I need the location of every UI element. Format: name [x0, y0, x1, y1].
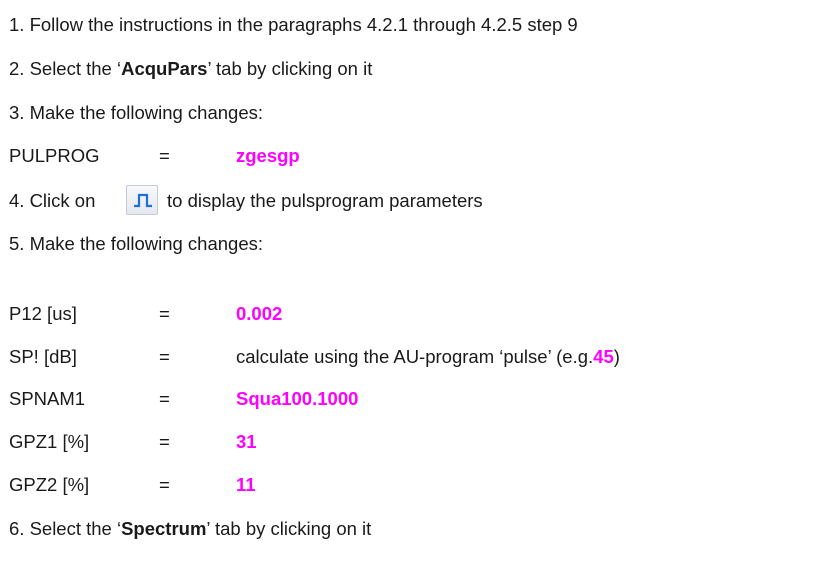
pulprog-name: PULPROG	[9, 145, 100, 166]
pulse-program-button[interactable]	[126, 185, 158, 215]
step-6-suffix: ’ tab by clicking on it	[206, 518, 372, 539]
acqupars-tab-name: AcquPars	[121, 58, 208, 79]
gpz2-value: 11	[236, 474, 256, 495]
sp-value-close: )	[613, 346, 620, 367]
step-2-prefix: 2. Select the ‘	[9, 58, 122, 79]
gpz2-name: GPZ2 [%]	[9, 474, 90, 495]
sp-value: calculate using the AU-program ‘pulse’ (…	[236, 346, 620, 368]
p12-equals: =	[159, 303, 170, 324]
sp-equals: =	[159, 346, 170, 367]
step-6: 6. Select the ‘Spectrum’ tab by clicking…	[9, 518, 371, 540]
step-5: 5. Make the following changes:	[9, 233, 263, 255]
pulprog-equals: =	[159, 145, 170, 166]
step-2: 2. Select the ‘AcquPars’ tab by clicking…	[9, 58, 372, 80]
gpz1-name: GPZ1 [%]	[9, 431, 90, 452]
step-3: 3. Make the following changes:	[9, 102, 263, 124]
spnam1-value: Squa100.1000	[236, 388, 359, 409]
gpz1-equals: =	[159, 431, 170, 452]
step-4: 4. Click on to display the pulsprogram p…	[9, 185, 809, 215]
step-1-text: 1. Follow the instructions in the paragr…	[9, 14, 578, 35]
step-4-prefix: 4. Click on	[9, 190, 96, 211]
spectrum-tab-name: Spectrum	[121, 518, 207, 539]
gpz1-value: 31	[236, 431, 257, 452]
step-4-suffix: to display the pulsprogram parameters	[167, 190, 483, 211]
p12-name: P12 [us]	[9, 303, 77, 324]
spnam1-name: SPNAM1	[9, 388, 86, 409]
sp-value-text: calculate using the AU-program ‘pulse’ (…	[236, 346, 594, 367]
p12-value: 0.002	[236, 303, 283, 324]
instruction-page: 1. Follow the instructions in the paragr…	[0, 0, 829, 567]
pulprog-value: zgesgp	[236, 145, 300, 166]
sp-name: SP! [dB]	[9, 346, 77, 367]
gpz2-equals: =	[159, 474, 170, 495]
pulse-program-icon	[134, 193, 152, 208]
sp-example-value: 45	[593, 346, 614, 367]
step-6-prefix: 6. Select the ‘	[9, 518, 122, 539]
step-3-text: 3. Make the following changes:	[9, 102, 264, 123]
step-2-suffix: ’ tab by clicking on it	[207, 58, 373, 79]
step-1: 1. Follow the instructions in the paragr…	[9, 14, 578, 36]
step-5-text: 5. Make the following changes:	[9, 233, 264, 254]
spnam1-equals: =	[159, 388, 170, 409]
